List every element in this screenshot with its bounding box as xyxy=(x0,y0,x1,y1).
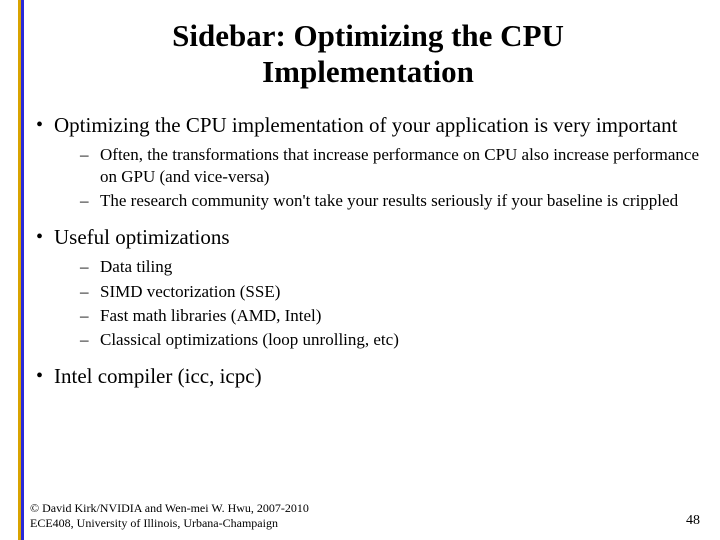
slide-title: Sidebar: Optimizing the CPU Implementati… xyxy=(66,18,670,89)
sub-bullet-item: SIMD vectorization (SSE) xyxy=(78,281,710,302)
sub-bullet-item: Fast math libraries (AMD, Intel) xyxy=(78,305,710,326)
sub-bullet-list: Data tiling SIMD vectorization (SSE) Fas… xyxy=(54,256,710,350)
slide-content: Sidebar: Optimizing the CPU Implementati… xyxy=(26,0,710,540)
accent-bar xyxy=(18,0,24,540)
bullet-list: Optimizing the CPU implementation of you… xyxy=(26,113,710,389)
sub-bullet-item: Data tiling xyxy=(78,256,710,277)
sub-bullet-item: The research community won't take your r… xyxy=(78,190,710,211)
sub-bullet-text: Fast math libraries (AMD, Intel) xyxy=(100,306,321,325)
bullet-text: Intel compiler (icc, icpc) xyxy=(54,364,262,388)
sub-bullet-list: Often, the transformations that increase… xyxy=(54,144,710,211)
accent-stripe-blue xyxy=(21,0,24,540)
bullet-item: Useful optimizations Data tiling SIMD ve… xyxy=(32,225,710,350)
bullet-item: Optimizing the CPU implementation of you… xyxy=(32,113,710,211)
sub-bullet-text: The research community won't take your r… xyxy=(100,191,678,210)
bullet-item: Intel compiler (icc, icpc) xyxy=(32,364,710,389)
copyright: © David Kirk/NVIDIA and Wen-mei W. Hwu, … xyxy=(30,501,309,530)
page-number: 48 xyxy=(686,513,700,530)
sub-bullet-item: Often, the transformations that increase… xyxy=(78,144,710,187)
bullet-text: Useful optimizations xyxy=(54,225,230,249)
title-line-1: Sidebar: Optimizing the CPU xyxy=(172,18,564,53)
sub-bullet-text: Data tiling xyxy=(100,257,172,276)
copyright-line-2: ECE408, University of Illinois, Urbana-C… xyxy=(30,516,278,530)
sub-bullet-text: Often, the transformations that increase… xyxy=(100,145,699,185)
copyright-line-1: © David Kirk/NVIDIA and Wen-mei W. Hwu, … xyxy=(30,501,309,515)
sub-bullet-item: Classical optimizations (loop unrolling,… xyxy=(78,329,710,350)
slide-footer: © David Kirk/NVIDIA and Wen-mei W. Hwu, … xyxy=(30,501,700,530)
sub-bullet-text: SIMD vectorization (SSE) xyxy=(100,282,280,301)
title-line-2: Implementation xyxy=(262,54,474,89)
bullet-text: Optimizing the CPU implementation of you… xyxy=(54,113,677,137)
sub-bullet-text: Classical optimizations (loop unrolling,… xyxy=(100,330,399,349)
